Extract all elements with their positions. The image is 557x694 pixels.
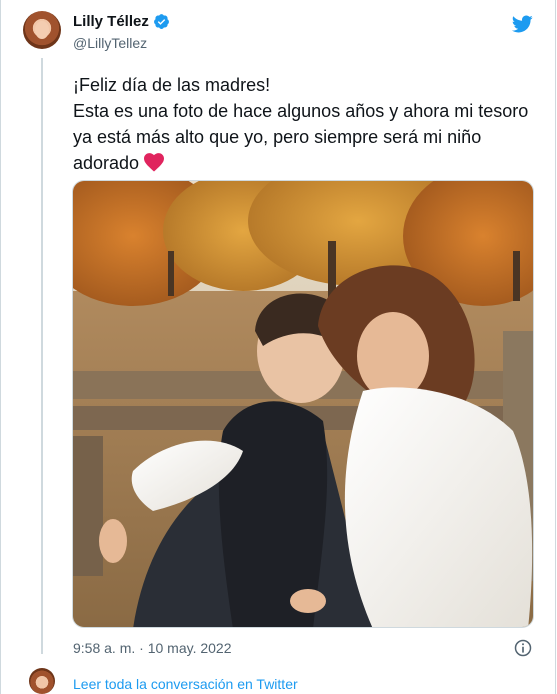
tweet-timestamp[interactable]: 9:58 a. m. · 10 may. 2022 <box>73 640 232 656</box>
tweet-photo-image <box>73 181 533 627</box>
read-conversation-link[interactable]: Leer toda la conversación en Twitter <box>73 676 298 692</box>
tweet-text-line-2: Esta es una foto de hace algunos años y … <box>73 101 529 173</box>
reply-avatar[interactable] <box>29 668 55 694</box>
author-display-name[interactable]: Lilly Téllez <box>73 13 149 30</box>
thread-connector-line <box>41 58 43 654</box>
tweet-text-body: Esta es una foto de hace algunos años y … <box>73 98 543 176</box>
tweet-text: ¡Feliz día de las madres! Esta es una fo… <box>73 72 543 176</box>
embedded-tweet-card: Lilly Téllez @LillyTellez ¡Feliz día de … <box>0 0 556 694</box>
heart-icon <box>144 153 165 172</box>
info-icon[interactable] <box>513 638 533 658</box>
author-avatar[interactable] <box>23 11 61 49</box>
verified-badge-icon <box>153 14 169 29</box>
author-handle[interactable]: @LillyTellez <box>73 35 147 51</box>
tweet-text-line-1: ¡Feliz día de las madres! <box>73 75 271 95</box>
tweet-photo[interactable] <box>72 180 534 628</box>
twitter-bird-icon[interactable] <box>509 13 535 35</box>
author-name-row[interactable]: Lilly Téllez <box>73 13 170 30</box>
